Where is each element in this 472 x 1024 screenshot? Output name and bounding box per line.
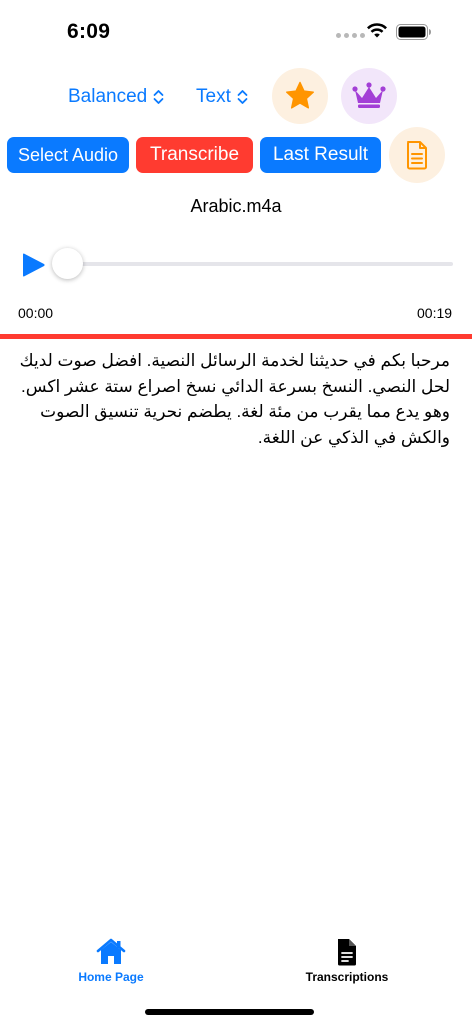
crown-icon <box>352 82 386 108</box>
favorite-button[interactable] <box>272 68 328 124</box>
transcribe-button[interactable]: Transcribe <box>136 137 253 173</box>
document-button[interactable] <box>389 127 445 183</box>
cellular-signal-icon <box>336 33 365 38</box>
transcript-text: مرحبا بكم في حديثنا لخدمة الرسائل النصية… <box>19 351 450 447</box>
last-result-button[interactable]: Last Result <box>260 137 381 173</box>
current-time: 00:00 <box>18 305 54 321</box>
mode-picker-label: Balanced <box>68 86 148 107</box>
status-bar: 6:09 <box>0 0 472 60</box>
tab-transcriptions[interactable]: Transcriptions <box>282 938 412 984</box>
play-icon[interactable] <box>20 252 46 278</box>
wifi-icon <box>367 23 387 38</box>
document-icon <box>338 939 356 966</box>
select-audio-button[interactable]: Select Audio <box>7 137 129 173</box>
format-picker-label: Text <box>196 86 231 107</box>
premium-button[interactable] <box>341 68 397 124</box>
seek-thumb[interactable] <box>52 248 83 279</box>
tab-home[interactable]: Home Page <box>46 938 176 984</box>
tab-home-label: Home Page <box>78 970 144 984</box>
duration: 00:19 <box>417 305 453 321</box>
document-icon <box>407 141 427 170</box>
audio-filename: Arabic.m4a <box>190 196 282 216</box>
divider <box>0 334 472 339</box>
chevron-up-down-icon <box>237 90 248 104</box>
star-icon <box>286 81 314 109</box>
house-icon <box>96 938 126 964</box>
chevron-up-down-icon <box>153 90 164 104</box>
seek-track[interactable] <box>58 262 453 266</box>
battery-icon <box>396 24 431 40</box>
status-time: 6:09 <box>67 20 111 43</box>
tab-transcriptions-label: Transcriptions <box>305 970 389 984</box>
mode-picker[interactable]: Balanced <box>68 84 164 110</box>
home-indicator <box>145 1009 314 1015</box>
format-picker[interactable]: Text <box>196 84 248 110</box>
